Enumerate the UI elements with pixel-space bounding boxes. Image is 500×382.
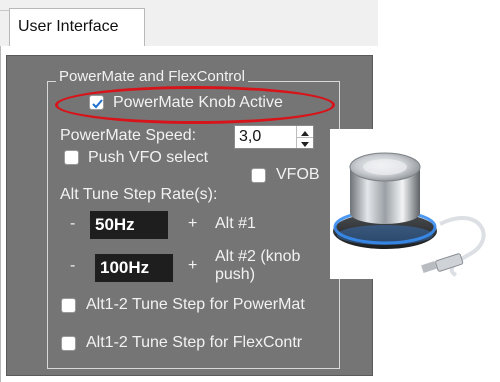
- alt2-plus-button[interactable]: +: [188, 256, 197, 276]
- powermate-knob-image: [330, 129, 500, 279]
- vfob-checkbox[interactable]: [251, 168, 266, 183]
- vfob-label: VFOB: [276, 166, 320, 183]
- spin-down-icon[interactable]: [297, 137, 313, 148]
- alt2-label-line1: Alt #2 (knob: [215, 248, 301, 265]
- alt1-minus-button[interactable]: -: [70, 214, 75, 234]
- alt2-label-line2: push): [215, 266, 256, 283]
- alt-tune-label: Alt Tune Step Rate(s):: [60, 186, 218, 203]
- alt2-value[interactable]: 100Hz: [95, 254, 173, 282]
- alt12-powermate-checkbox[interactable]: [61, 298, 76, 313]
- group-title: PowerMate and FlexControl: [56, 67, 248, 87]
- push-vfo-label: Push VFO select: [88, 149, 209, 166]
- speed-spinner[interactable]: 3,0: [234, 125, 314, 149]
- tab-strip: User Interface: [0, 0, 378, 46]
- alt1-label: Alt #1: [215, 215, 256, 232]
- alt12-flexcontrol-checkbox[interactable]: [61, 336, 76, 351]
- tab-user-interface[interactable]: User Interface: [9, 8, 145, 46]
- speed-value[interactable]: 3,0: [239, 127, 261, 147]
- alt1-value[interactable]: 50Hz: [90, 211, 168, 239]
- alt1-plus-button[interactable]: +: [188, 214, 197, 234]
- alt2-minus-button[interactable]: -: [70, 256, 75, 276]
- alt12-powermate-label: Alt1-2 Tune Step for PowerMat: [86, 296, 305, 313]
- highlight-annotation: [55, 86, 335, 124]
- speed-label: PowerMate Speed:: [60, 127, 197, 144]
- alt12-flexcontrol-label: Alt1-2 Tune Step for FlexContr: [86, 334, 303, 351]
- spinner-buttons: [296, 126, 313, 148]
- push-vfo-checkbox[interactable]: [64, 150, 79, 165]
